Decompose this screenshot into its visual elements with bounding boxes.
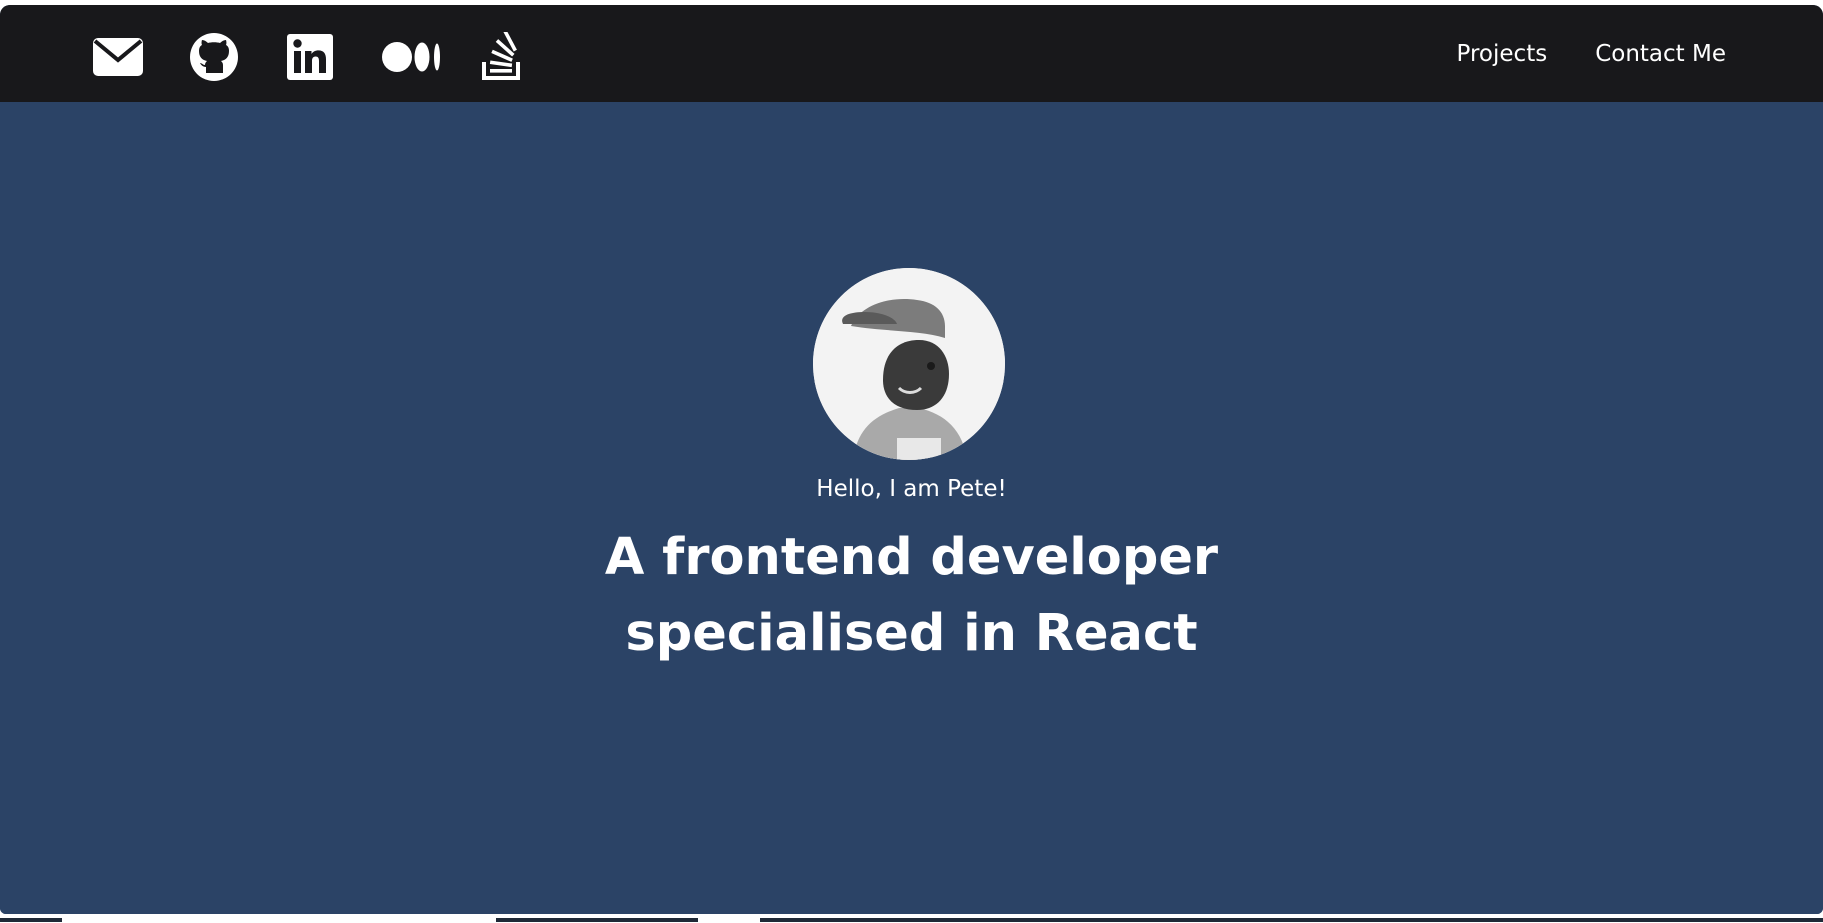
medium-link[interactable]	[381, 32, 440, 82]
taskbar-segment	[0, 918, 62, 922]
headline-line-1: A frontend developer	[604, 528, 1219, 587]
stack-overflow-icon	[482, 32, 520, 80]
headline-line-2: specialised in React	[625, 604, 1198, 663]
taskbar-segment	[760, 918, 1823, 922]
github-link[interactable]	[189, 32, 239, 82]
stack-overflow-link[interactable]	[477, 32, 527, 82]
projects-link[interactable]: Projects	[1457, 41, 1548, 67]
nav-links: Projects Contact Me	[1409, 5, 1726, 102]
linkedin-icon	[287, 34, 333, 80]
medium-icon	[382, 42, 440, 72]
taskbar-segment	[496, 918, 698, 922]
navbar: Projects Contact Me	[0, 5, 1823, 102]
profile-photo	[813, 268, 1005, 460]
social-links	[93, 32, 573, 82]
linkedin-link[interactable]	[285, 32, 335, 82]
avatar	[813, 268, 1005, 460]
greeting-text: Hello, I am Pete!	[816, 476, 1007, 502]
envelope-icon	[93, 38, 143, 76]
contact-me-link[interactable]: Contact Me	[1595, 41, 1726, 67]
headline: A frontend developer specialised in Reac…	[0, 520, 1823, 672]
email-link[interactable]	[93, 32, 143, 82]
hero-section: Hello, I am Pete! A frontend developer s…	[0, 102, 1823, 914]
github-icon	[190, 33, 238, 81]
page-frame: Projects Contact Me Hello, I am Pete! A …	[0, 5, 1823, 914]
